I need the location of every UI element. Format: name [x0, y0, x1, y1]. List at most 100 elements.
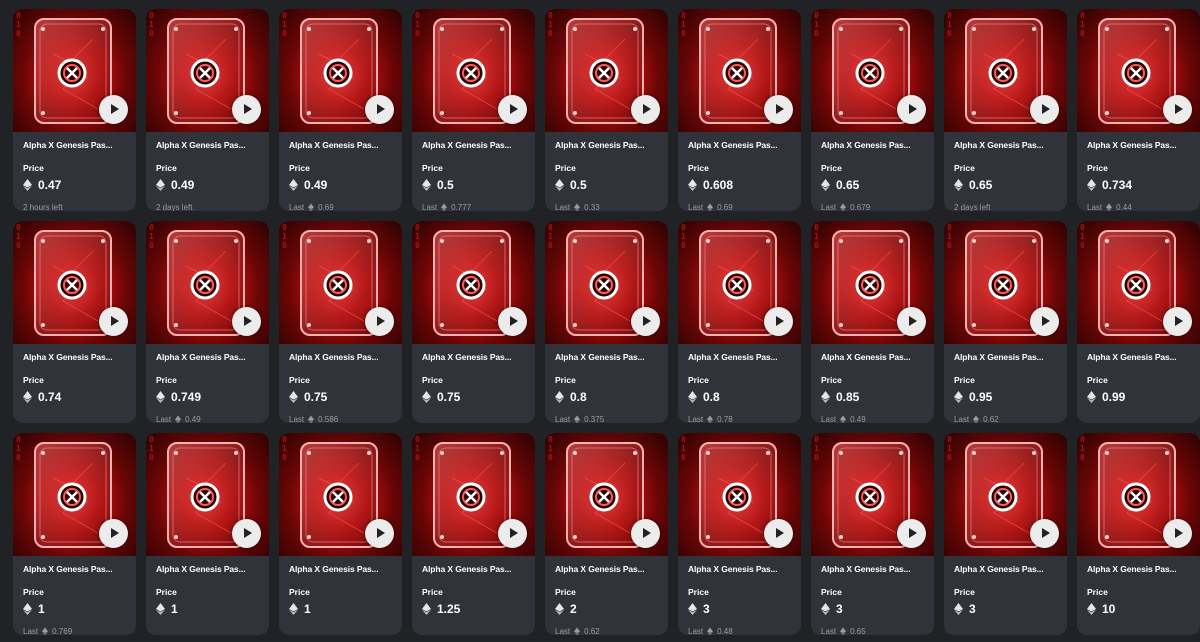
play-button[interactable]	[897, 95, 926, 124]
play-button[interactable]	[232, 307, 261, 336]
play-button[interactable]	[232, 95, 261, 124]
nft-name: Alpha X Genesis Pas...	[821, 140, 911, 150]
nft-artwork[interactable]: 0 1 0	[545, 9, 668, 132]
price-label: Price	[23, 163, 44, 173]
card-footer	[954, 626, 1057, 635]
nft-card[interactable]: 0 1 0	[811, 433, 934, 635]
play-button[interactable]	[631, 95, 660, 124]
nft-artwork[interactable]: 0 1 0	[811, 433, 934, 556]
nft-artwork[interactable]: 0 1 0	[13, 433, 136, 556]
play-button[interactable]	[1030, 519, 1059, 548]
nft-artwork[interactable]: 0 1 0	[279, 9, 402, 132]
nft-artwork[interactable]: 0 1 0	[1077, 221, 1200, 344]
nft-card[interactable]: 0 1 0	[1077, 433, 1200, 635]
nft-card[interactable]: 0 1 0	[944, 433, 1067, 635]
nft-card[interactable]: 0 1 0	[146, 221, 269, 423]
nft-card[interactable]: 0 1 0	[146, 433, 269, 635]
nft-artwork[interactable]: 0 1 0	[412, 9, 535, 132]
nft-card[interactable]: 0 1 0	[412, 9, 535, 211]
nft-artwork[interactable]: 0 1 0	[944, 221, 1067, 344]
nft-artwork[interactable]: 0 1 0	[1077, 433, 1200, 556]
nft-card[interactable]: 0 1 0	[545, 221, 668, 423]
play-button[interactable]	[232, 519, 261, 548]
nft-artwork[interactable]: 0 1 0	[545, 221, 668, 344]
last-sale-label: Last	[555, 626, 571, 636]
price-row: 10	[1087, 602, 1190, 616]
nft-card[interactable]: 0 1 0	[1077, 221, 1200, 423]
nft-card[interactable]: 0 1 0	[279, 433, 402, 635]
nft-card[interactable]: 0 1 0	[678, 221, 801, 423]
nft-artwork[interactable]: 0 1 0	[146, 9, 269, 132]
play-button[interactable]	[1163, 95, 1192, 124]
nft-artwork[interactable]: 0 1 0	[146, 221, 269, 344]
nft-card[interactable]: 0 1 0	[944, 9, 1067, 211]
nft-card[interactable]: 0 1 0	[811, 221, 934, 423]
play-button[interactable]	[498, 307, 527, 336]
nft-artwork[interactable]: 0 1 0	[412, 221, 535, 344]
nft-card[interactable]: 0 1 0	[944, 221, 1067, 423]
nft-artwork[interactable]: 0 1 0	[678, 433, 801, 556]
nft-card[interactable]: 0 1 0	[279, 221, 402, 423]
nft-card[interactable]: 0 1 0	[13, 433, 136, 635]
price-label: Price	[289, 375, 310, 385]
play-button[interactable]	[631, 519, 660, 548]
play-button[interactable]	[365, 95, 394, 124]
ethereum-icon	[707, 203, 714, 211]
play-button[interactable]	[498, 95, 527, 124]
play-button[interactable]	[365, 519, 394, 548]
nft-artwork[interactable]: 0 1 0	[811, 9, 934, 132]
ethereum-icon	[688, 603, 697, 615]
nft-card[interactable]: 0 1 0	[412, 221, 535, 423]
nft-card[interactable]: 0 1 0	[146, 9, 269, 211]
ethereum-icon	[840, 203, 847, 211]
nft-artwork[interactable]: 0 1 0	[412, 433, 535, 556]
nft-name: Alpha X Genesis Pas...	[821, 352, 911, 362]
nft-artwork[interactable]: 0 1 0	[279, 221, 402, 344]
play-button[interactable]	[498, 519, 527, 548]
nft-artwork[interactable]: 0 1 0	[13, 221, 136, 344]
ethereum-icon	[707, 415, 714, 423]
play-button[interactable]	[1030, 307, 1059, 336]
price-row: 3	[954, 602, 1057, 616]
nft-artwork[interactable]: 0 1 0	[678, 9, 801, 132]
play-button[interactable]	[897, 519, 926, 548]
nft-card[interactable]: 0 1 0	[412, 433, 535, 635]
nft-artwork[interactable]: 0 1 0	[944, 433, 1067, 556]
play-button[interactable]	[99, 307, 128, 336]
play-button[interactable]	[99, 95, 128, 124]
play-button[interactable]	[897, 307, 926, 336]
play-button[interactable]	[764, 95, 793, 124]
nft-artwork[interactable]: 0 1 0	[811, 221, 934, 344]
nft-card[interactable]: 0 1 0	[13, 9, 136, 211]
nft-price: 2	[570, 602, 577, 616]
last-sale-label: Last	[1087, 202, 1103, 212]
play-button[interactable]	[365, 307, 394, 336]
nft-card[interactable]: 0 1 0	[545, 9, 668, 211]
nft-card[interactable]: 0 1 0	[13, 221, 136, 423]
ethereum-icon	[555, 391, 564, 403]
nft-card[interactable]: 0 1 0	[1077, 9, 1200, 211]
nft-artwork[interactable]: 0 1 0	[944, 9, 1067, 132]
nft-artwork[interactable]: 0 1 0	[1077, 9, 1200, 132]
play-button[interactable]	[99, 519, 128, 548]
nft-card[interactable]: 0 1 0	[279, 9, 402, 211]
nft-artwork[interactable]: 0 1 0	[279, 433, 402, 556]
play-button[interactable]	[764, 519, 793, 548]
play-button[interactable]	[1030, 95, 1059, 124]
play-button[interactable]	[764, 307, 793, 336]
nft-artwork[interactable]: 0 1 0	[13, 9, 136, 132]
nft-card[interactable]: 0 1 0	[678, 9, 801, 211]
nft-price: 0.99	[1102, 390, 1126, 404]
nft-artwork[interactable]: 0 1 0	[678, 221, 801, 344]
card-info: Alpha X Genesis Pas... Price 0.49 Last 0.…	[279, 132, 402, 211]
play-button[interactable]	[1163, 519, 1192, 548]
nft-artwork[interactable]: 0 1 0	[545, 433, 668, 556]
play-button[interactable]	[1163, 307, 1192, 336]
last-sale-label: Last	[289, 202, 305, 212]
nft-card[interactable]: 0 1 0	[811, 9, 934, 211]
nft-card[interactable]: 0 1 0	[545, 433, 668, 635]
price-row: 0.85	[821, 390, 924, 404]
nft-artwork[interactable]: 0 1 0	[146, 433, 269, 556]
play-button[interactable]	[631, 307, 660, 336]
nft-card[interactable]: 0 1 0	[678, 433, 801, 635]
